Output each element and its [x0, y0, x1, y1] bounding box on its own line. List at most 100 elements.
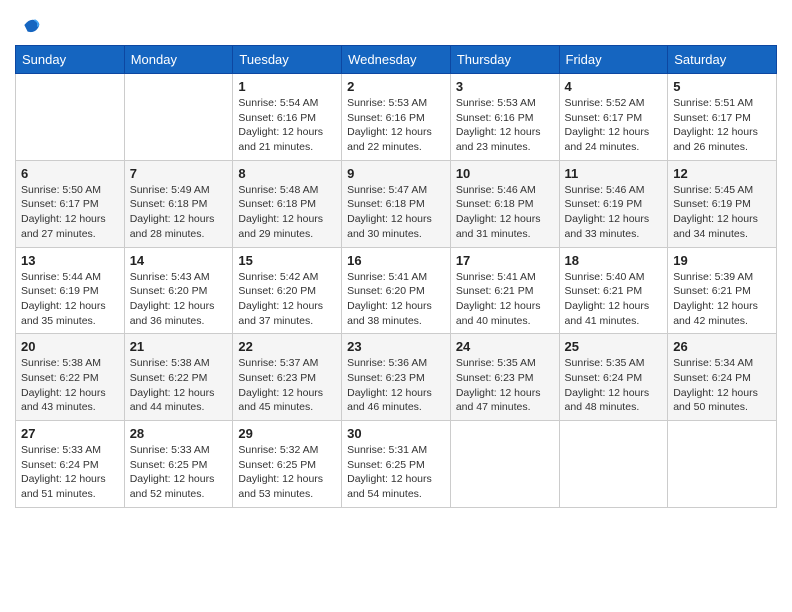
- day-number: 30: [347, 426, 445, 441]
- day-info: Sunrise: 5:51 AM Sunset: 6:17 PM Dayligh…: [673, 96, 771, 155]
- day-number: 4: [565, 79, 663, 94]
- calendar-cell: 16 Sunrise: 5:41 AM Sunset: 6:20 PM Dayli…: [342, 247, 451, 334]
- calendar-cell: 4 Sunrise: 5:52 AM Sunset: 6:17 PM Daylig…: [559, 74, 668, 161]
- calendar-cell: 18 Sunrise: 5:40 AM Sunset: 6:21 PM Dayli…: [559, 247, 668, 334]
- calendar-cell: 10 Sunrise: 5:46 AM Sunset: 6:18 PM Dayli…: [450, 160, 559, 247]
- day-info: Sunrise: 5:33 AM Sunset: 6:25 PM Dayligh…: [130, 443, 228, 502]
- day-info: Sunrise: 5:32 AM Sunset: 6:25 PM Dayligh…: [238, 443, 336, 502]
- calendar-cell: 5 Sunrise: 5:51 AM Sunset: 6:17 PM Daylig…: [668, 74, 777, 161]
- day-number: 5: [673, 79, 771, 94]
- calendar-cell: 2 Sunrise: 5:53 AM Sunset: 6:16 PM Daylig…: [342, 74, 451, 161]
- calendar-cell: 27Sunrise: 5:33 AM Sunset: 6:24 PM Dayli…: [16, 421, 125, 508]
- days-header-row: SundayMondayTuesdayWednesdayThursdayFrid…: [16, 46, 777, 74]
- day-info: Sunrise: 5:47 AM Sunset: 6:18 PM Dayligh…: [347, 183, 445, 242]
- day-number: 7: [130, 166, 228, 181]
- day-info: Sunrise: 5:46 AM Sunset: 6:19 PM Dayligh…: [565, 183, 663, 242]
- day-number: 3: [456, 79, 554, 94]
- calendar-cell: 11 Sunrise: 5:46 AM Sunset: 6:19 PM Dayli…: [559, 160, 668, 247]
- calendar-cell: 19 Sunrise: 5:39 AM Sunset: 6:21 PM Dayli…: [668, 247, 777, 334]
- calendar-cell: 24Sunrise: 5:35 AM Sunset: 6:23 PM Dayli…: [450, 334, 559, 421]
- calendar-cell: 29Sunrise: 5:32 AM Sunset: 6:25 PM Dayli…: [233, 421, 342, 508]
- day-number: 19: [673, 253, 771, 268]
- calendar-cell: 14 Sunrise: 5:43 AM Sunset: 6:20 PM Dayli…: [124, 247, 233, 334]
- day-number: 17: [456, 253, 554, 268]
- calendar-cell: 30 Sunrise: 5:31 AM Sunset: 6:25 PM Dayli…: [342, 421, 451, 508]
- day-info: Sunrise: 5:49 AM Sunset: 6:18 PM Dayligh…: [130, 183, 228, 242]
- day-number: 6: [21, 166, 119, 181]
- day-info: Sunrise: 5:39 AM Sunset: 6:21 PM Dayligh…: [673, 270, 771, 329]
- day-info: Sunrise: 5:35 AM Sunset: 6:24 PM Dayligh…: [565, 356, 663, 415]
- day-number: 20: [21, 339, 119, 354]
- week-row-2: 6 Sunrise: 5:50 AM Sunset: 6:17 PM Daylig…: [16, 160, 777, 247]
- day-number: 23: [347, 339, 445, 354]
- day-info: Sunrise: 5:34 AM Sunset: 6:24 PM Dayligh…: [673, 356, 771, 415]
- calendar-cell: 7 Sunrise: 5:49 AM Sunset: 6:18 PM Daylig…: [124, 160, 233, 247]
- day-info: Sunrise: 5:52 AM Sunset: 6:17 PM Dayligh…: [565, 96, 663, 155]
- calendar-cell: 26 Sunrise: 5:34 AM Sunset: 6:24 PM Dayli…: [668, 334, 777, 421]
- header: [15, 15, 777, 35]
- day-info: Sunrise: 5:41 AM Sunset: 6:21 PM Dayligh…: [456, 270, 554, 329]
- calendar-cell: 9 Sunrise: 5:47 AM Sunset: 6:18 PM Daylig…: [342, 160, 451, 247]
- calendar-cell: [668, 421, 777, 508]
- week-row-4: 20 Sunrise: 5:38 AM Sunset: 6:22 PM Dayli…: [16, 334, 777, 421]
- day-info: Sunrise: 5:42 AM Sunset: 6:20 PM Dayligh…: [238, 270, 336, 329]
- day-number: 9: [347, 166, 445, 181]
- day-info: Sunrise: 5:31 AM Sunset: 6:25 PM Dayligh…: [347, 443, 445, 502]
- day-info: Sunrise: 5:45 AM Sunset: 6:19 PM Dayligh…: [673, 183, 771, 242]
- calendar-cell: 25 Sunrise: 5:35 AM Sunset: 6:24 PM Dayli…: [559, 334, 668, 421]
- calendar-cell: [124, 74, 233, 161]
- day-number: 25: [565, 339, 663, 354]
- day-header-wednesday: Wednesday: [342, 46, 451, 74]
- day-number: 14: [130, 253, 228, 268]
- calendar-cell: 21 Sunrise: 5:38 AM Sunset: 6:22 PM Dayli…: [124, 334, 233, 421]
- day-number: 13: [21, 253, 119, 268]
- calendar-cell: [559, 421, 668, 508]
- day-number: 11: [565, 166, 663, 181]
- day-header-friday: Friday: [559, 46, 668, 74]
- calendar-cell: 28 Sunrise: 5:33 AM Sunset: 6:25 PM Dayli…: [124, 421, 233, 508]
- day-info: Sunrise: 5:44 AM Sunset: 6:19 PM Dayligh…: [21, 270, 119, 329]
- day-header-tuesday: Tuesday: [233, 46, 342, 74]
- day-info: Sunrise: 5:41 AM Sunset: 6:20 PM Dayligh…: [347, 270, 445, 329]
- day-header-thursday: Thursday: [450, 46, 559, 74]
- day-number: 18: [565, 253, 663, 268]
- day-header-sunday: Sunday: [16, 46, 125, 74]
- day-number: 8: [238, 166, 336, 181]
- day-number: 10: [456, 166, 554, 181]
- logo: [15, 15, 41, 35]
- day-info: Sunrise: 5:35 AM Sunset: 6:23 PM Dayligh…: [456, 356, 554, 415]
- day-info: Sunrise: 5:43 AM Sunset: 6:20 PM Dayligh…: [130, 270, 228, 329]
- week-row-5: 27Sunrise: 5:33 AM Sunset: 6:24 PM Dayli…: [16, 421, 777, 508]
- calendar-cell: 3 Sunrise: 5:53 AM Sunset: 6:16 PM Daylig…: [450, 74, 559, 161]
- week-row-3: 13 Sunrise: 5:44 AM Sunset: 6:19 PM Dayli…: [16, 247, 777, 334]
- calendar-cell: 15Sunrise: 5:42 AM Sunset: 6:20 PM Dayli…: [233, 247, 342, 334]
- day-info: Sunrise: 5:53 AM Sunset: 6:16 PM Dayligh…: [347, 96, 445, 155]
- day-number: 16: [347, 253, 445, 268]
- day-number: 21: [130, 339, 228, 354]
- day-info: Sunrise: 5:37 AM Sunset: 6:23 PM Dayligh…: [238, 356, 336, 415]
- calendar-cell: 6 Sunrise: 5:50 AM Sunset: 6:17 PM Daylig…: [16, 160, 125, 247]
- day-info: Sunrise: 5:38 AM Sunset: 6:22 PM Dayligh…: [130, 356, 228, 415]
- day-info: Sunrise: 5:48 AM Sunset: 6:18 PM Dayligh…: [238, 183, 336, 242]
- day-info: Sunrise: 5:40 AM Sunset: 6:21 PM Dayligh…: [565, 270, 663, 329]
- day-number: 26: [673, 339, 771, 354]
- day-info: Sunrise: 5:38 AM Sunset: 6:22 PM Dayligh…: [21, 356, 119, 415]
- day-header-monday: Monday: [124, 46, 233, 74]
- day-number: 22: [238, 339, 336, 354]
- calendar-cell: [450, 421, 559, 508]
- calendar-cell: 22 Sunrise: 5:37 AM Sunset: 6:23 PM Dayli…: [233, 334, 342, 421]
- calendar-cell: 17 Sunrise: 5:41 AM Sunset: 6:21 PM Dayli…: [450, 247, 559, 334]
- calendar-cell: 12Sunrise: 5:45 AM Sunset: 6:19 PM Dayli…: [668, 160, 777, 247]
- day-number: 1: [238, 79, 336, 94]
- day-info: Sunrise: 5:46 AM Sunset: 6:18 PM Dayligh…: [456, 183, 554, 242]
- week-row-1: 1Sunrise: 5:54 AM Sunset: 6:16 PM Daylig…: [16, 74, 777, 161]
- day-number: 28: [130, 426, 228, 441]
- calendar-cell: 23Sunrise: 5:36 AM Sunset: 6:23 PM Dayli…: [342, 334, 451, 421]
- day-info: Sunrise: 5:53 AM Sunset: 6:16 PM Dayligh…: [456, 96, 554, 155]
- day-number: 2: [347, 79, 445, 94]
- calendar-cell: 8 Sunrise: 5:48 AM Sunset: 6:18 PM Daylig…: [233, 160, 342, 247]
- calendar-cell: [16, 74, 125, 161]
- logo-icon: [21, 15, 41, 35]
- calendar-table: SundayMondayTuesdayWednesdayThursdayFrid…: [15, 45, 777, 508]
- day-info: Sunrise: 5:50 AM Sunset: 6:17 PM Dayligh…: [21, 183, 119, 242]
